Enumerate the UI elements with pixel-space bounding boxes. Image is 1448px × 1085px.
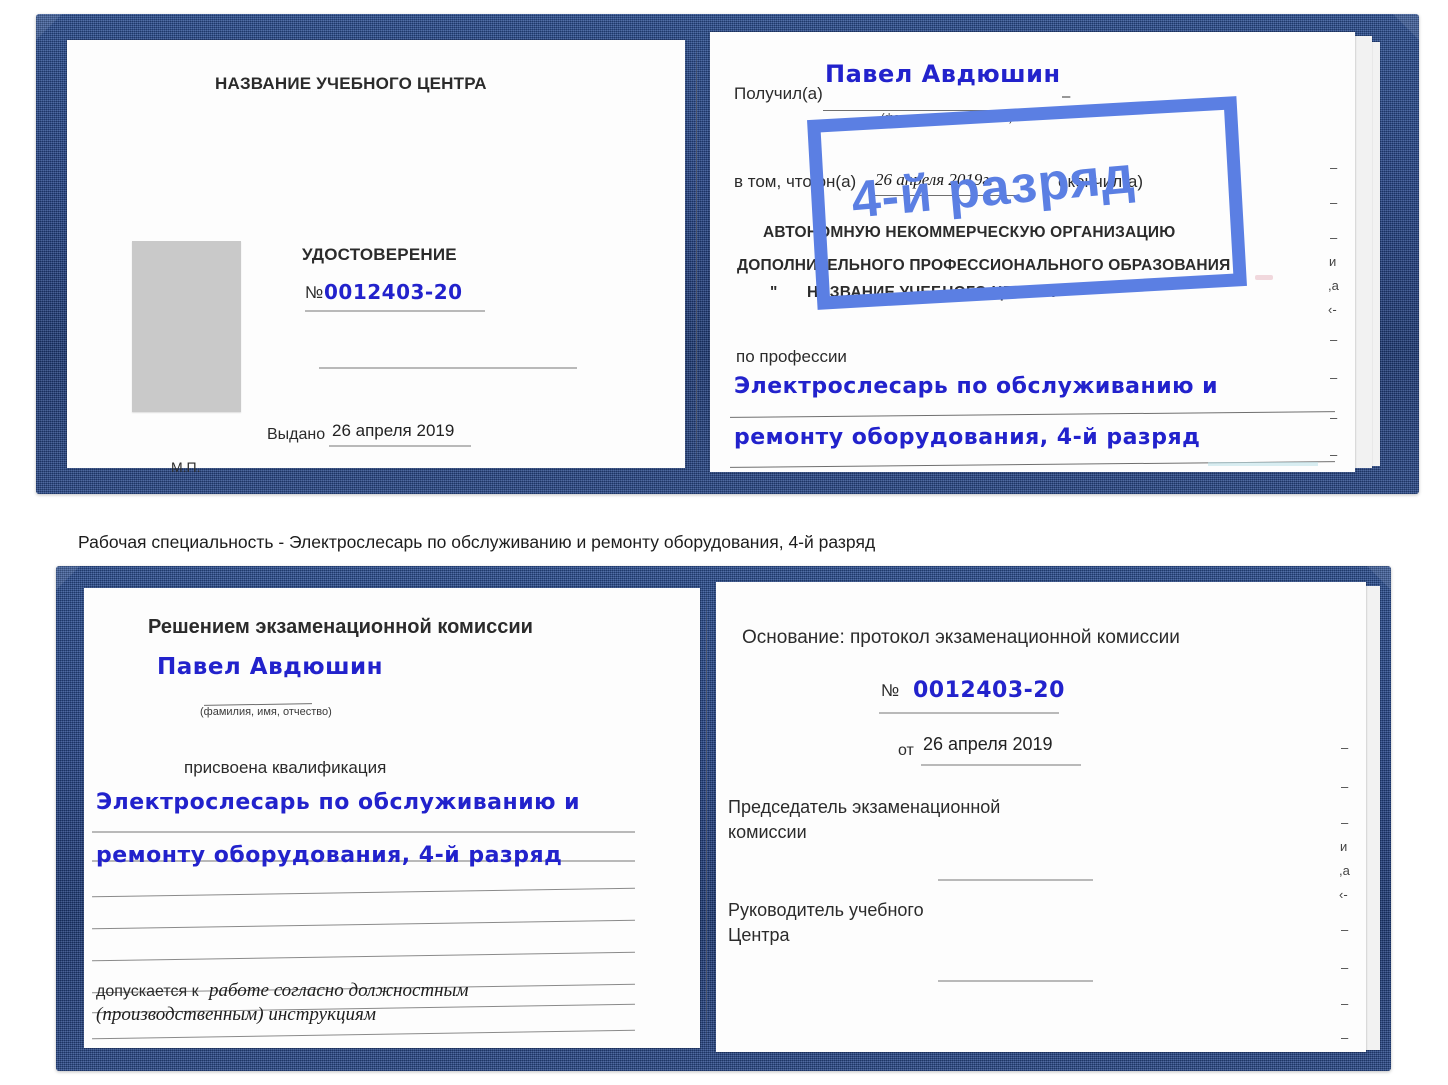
issued-underline [329,445,471,447]
edge-mark-b1: – [1341,740,1349,755]
organization-quote-close: " [1072,284,1080,301]
protocol-number-value: 0012403-20 [913,678,1065,703]
spine-fold-bottom [706,586,707,1052]
photo-placeholder [132,241,241,412]
qualification-value-line-1: Электрослесарь по обслуживанию и [96,790,581,815]
recipient-name-underline [823,110,1043,111]
protocol-from-underline [921,764,1081,766]
edge-mark-b7: – [1341,922,1349,937]
issued-date-value: 26 апреля 2019 [332,421,455,440]
organization-quote-open: " [770,284,778,301]
protocol-number-symbol: № [881,681,900,700]
edge-mark-b6: ‹- [1339,887,1348,902]
top-right-page: Получил(а) Павел Авдюшин (фамилия, имя, … [710,32,1355,472]
edge-mark-6: ‹- [1328,302,1337,317]
edge-mark-7: – [1330,332,1338,347]
recipient-name-value: Павел Авдюшин [825,60,1061,88]
cover-corner-bottom-left [56,566,80,590]
admitted-underline-2 [92,1029,635,1040]
edge-mark-5: ,а [1328,278,1339,293]
edge-mark-b9: – [1341,996,1349,1011]
blank-rule-3 [92,951,635,962]
number-symbol: № [305,283,324,302]
fio-hint-bottom: (фамилия, имя, отчество) [200,706,332,718]
qualification-value-line-2: ремонту оборудования, 4-й разряд [96,843,563,868]
graduate-name-value: Павел Авдюшин [157,654,383,680]
finished-label: окончил(а) [1058,172,1143,191]
edge-mark-1: – [1330,160,1338,175]
organization-line-1: АВТОНОМНУЮ НЕКОММЕРЧЕСКУЮ ОРГАНИЗАЦИЮ [763,224,1176,241]
certificate-number-value: 0012403-20 [324,280,463,304]
pink-bleed-mark [1255,275,1273,280]
profession-label: по профессии [736,347,847,366]
certificate-book-bottom: Решением экзаменационной комиссии Павел … [56,566,1391,1071]
that-he-label: в том, что он(а) [734,172,857,191]
seal-place-label: М.П. [171,459,201,475]
chairman-label-line-1: Председатель экзаменационной [728,797,1001,817]
organization-line-3: НАЗВАНИЕ УЧЕБНОГО ЦЕНТРА [807,284,1056,301]
edge-mark-b4: и [1340,839,1348,854]
cover-corner-top-right [1393,14,1419,40]
edge-mark-b10: – [1341,1030,1349,1045]
protocol-number-underline [879,712,1059,714]
edge-mark-2: – [1330,195,1338,210]
edge-mark-3: – [1330,230,1338,245]
fio-hint-top: (фамилия, имя, отчество) [881,112,1013,124]
commission-decision-heading: Решением экзаменационной комиссии [148,616,533,638]
edge-mark-b5: ,а [1339,863,1350,878]
edge-mark-8: – [1330,370,1338,385]
completion-date-value: 26 апреля 2019г. [875,170,994,189]
received-label: Получил(а) [734,84,823,103]
chairman-signature-line [938,879,1093,881]
protocol-from-value: 26 апреля 2019 [923,734,1053,754]
profession-value-line-2: ремонту оборудования, 4-й разряд [734,425,1201,450]
number-underline [305,310,485,312]
qualification-underline-1 [92,831,635,833]
blank-line-1 [319,367,577,369]
training-center-heading: НАЗВАНИЕ УЧЕБНОГО ЦЕНТРА [215,74,487,93]
profession-value-line-1: Электрослесарь по обслуживанию и [734,374,1219,399]
basis-protocol-label: Основание: протокол экзаменационной коми… [742,627,1180,648]
bottom-right-page: Основание: протокол экзаменационной коми… [716,582,1366,1052]
certificate-book-top: НАЗВАНИЕ УЧЕБНОГО ЦЕНТРА УДОСТОВЕРЕНИЕ №… [36,14,1419,494]
edge-mark-b2: – [1341,779,1349,794]
cyan-bleed-mark [1208,462,1318,466]
document-type-label: УДОСТОВЕРЕНИЕ [302,245,457,264]
edge-mark-b3: – [1341,815,1349,830]
image-caption: Рабочая специальность - Электрослесарь п… [78,532,876,552]
top-left-page: НАЗВАНИЕ УЧЕБНОГО ЦЕНТРА УДОСТОВЕРЕНИЕ №… [67,40,685,475]
chairman-label-line-2: комиссии [728,822,807,842]
edge-mark-4: и [1329,254,1337,269]
cover-corner-top-left [36,14,62,40]
issued-label: Выдано [267,426,326,443]
head-signature-line [938,980,1093,982]
bottom-left-page: Решением экзаменационной комиссии Павел … [84,588,700,1048]
profession-underline-1 [730,411,1335,418]
admitted-value-line-1: работе согласно должностным [209,980,469,1001]
head-label-line-2: Центра [728,925,790,945]
blank-rule-1 [92,887,635,898]
qualification-label: присвоена квалификация [184,758,387,777]
completion-date-underline [872,195,1017,196]
edge-mark-10: – [1330,447,1338,462]
protocol-from-label: от [898,742,914,759]
admitted-value-line-2: (производственным) инструкциям [96,1004,376,1025]
edge-mark-9: – [1330,410,1338,425]
spine-fold-top [696,36,697,472]
edge-mark-b8: – [1341,960,1349,975]
blank-rule-2 [92,919,635,930]
dash-mark-right-1: – [1062,88,1071,105]
head-label-line-1: Руководитель учебного [728,900,924,920]
organization-line-2: ДОПОЛНИТЕЛЬНОГО ПРОФЕССИОНАЛЬНОГО ОБРАЗО… [737,257,1231,274]
admitted-label: допускается к [96,983,199,1000]
